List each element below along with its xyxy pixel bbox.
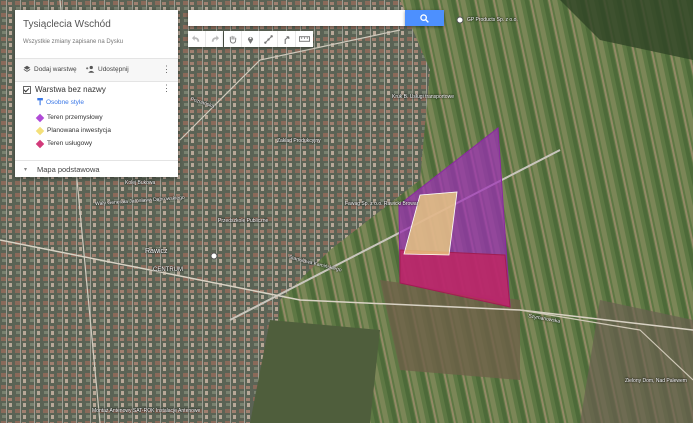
draw-line-button[interactable] [260, 31, 278, 47]
search-button[interactable] [405, 10, 444, 26]
map-marker-dot[interactable] [210, 252, 218, 260]
redo-button[interactable] [206, 31, 223, 47]
map-label-kruk: Kruk B. Usługi transportowe [392, 94, 454, 100]
style-link-label: Osobne style [46, 98, 84, 106]
map-toolbar-tools [224, 31, 313, 47]
layers-panel: Tysiąclecia Wschód Wszystkie zmiany zapi… [15, 10, 178, 177]
map-title[interactable]: Tysiąclecia Wschód [23, 19, 111, 30]
map-label-centrum: CENTRUM [153, 267, 183, 273]
add-layer-label: Dodaj warstwę [34, 65, 77, 73]
draw-line-icon [264, 34, 273, 44]
legend-item[interactable]: Teren przemysłowy [35, 113, 103, 122]
map-label-gp: GP Products Sp. z o.o. [467, 17, 518, 23]
map-label-kolejowa: Kolej Bukowa [125, 180, 156, 186]
polygon-swatch-icon [35, 139, 45, 148]
map-label-mariacki: Zakład Produkcyjny [277, 138, 321, 144]
map-label-nat: Zielony Dom, Nad Palewem [625, 378, 687, 384]
undo-button[interactable] [188, 31, 206, 47]
map-label-fawag: Fawag Sp. z o.o. Rawicki Browar [345, 201, 419, 207]
save-status: Wszystkie zmiany zapisane na Dysku [23, 39, 124, 45]
add-person-icon [86, 65, 95, 73]
panel-menu-icon[interactable]: ⋮ [162, 65, 171, 74]
map-label-inter: Montaż Antenowy SAT-ROK Instalacje Anten… [92, 408, 201, 414]
map-label-przedszkole: Przedszkole Publiczne [218, 218, 269, 224]
paint-roller-icon [37, 98, 43, 106]
search-icon [420, 13, 429, 23]
legend-label: Teren usługowy [47, 140, 93, 147]
layers-icon [23, 65, 31, 72]
directions-button[interactable] [278, 31, 296, 47]
undo-icon [192, 35, 200, 42]
polygon-swatch-icon [35, 113, 45, 122]
share-button[interactable]: Udostępnij [86, 65, 129, 73]
chevron-down-icon[interactable]: ▾ [24, 166, 27, 173]
base-map-label: Mapa podstawowa [37, 165, 100, 174]
polygon-swatch-icon [35, 126, 45, 135]
hand-icon [229, 35, 236, 44]
legend-item[interactable]: Teren usługowy [35, 139, 93, 148]
map-label-rawicz: Rawicz [145, 248, 168, 255]
layer-header[interactable]: Warstwa bez nazwy [23, 85, 106, 94]
search-input[interactable] [188, 10, 405, 26]
map-marker-dot[interactable] [456, 16, 464, 24]
measure-button[interactable] [296, 31, 313, 47]
legend-label: Planowana inwestycja [47, 127, 111, 134]
layer-name[interactable]: Warstwa bez nazwy [35, 85, 106, 94]
layer-menu-icon[interactable]: ⋮ [162, 84, 171, 93]
marker-icon [247, 36, 254, 44]
panel-actions: Dodaj warstwę Udostępnij ⋮ [15, 58, 178, 82]
style-link[interactable]: Osobne style [37, 98, 84, 106]
map-toolbar-history [188, 31, 223, 47]
share-label: Udostępnij [98, 65, 129, 73]
hand-tool-button[interactable] [224, 31, 242, 47]
legend-item[interactable]: Planowana inwestycja [35, 126, 111, 135]
add-layer-button[interactable]: Dodaj warstwę [23, 65, 77, 73]
ruler-icon [299, 36, 310, 42]
legend-label: Teren przemysłowy [47, 114, 103, 121]
redo-icon [211, 35, 219, 42]
add-marker-button[interactable] [242, 31, 260, 47]
directions-icon [284, 35, 289, 44]
base-map-row[interactable]: ▾ Mapa podstawowa [15, 160, 178, 178]
layer-visibility-checkbox[interactable] [23, 85, 31, 94]
